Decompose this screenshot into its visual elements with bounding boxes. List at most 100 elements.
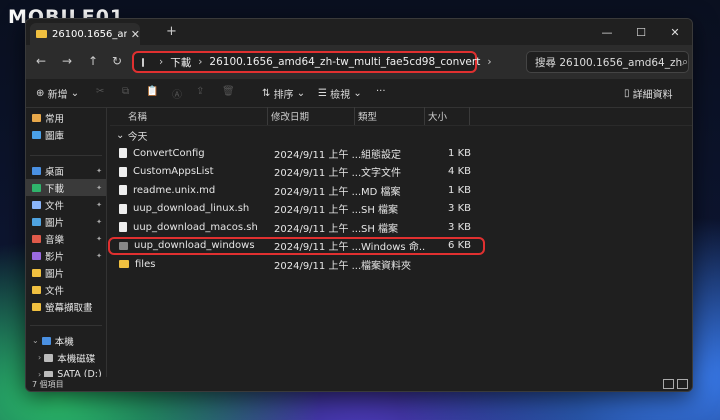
sidebar-item-label: 螢幕擷取畫 bbox=[45, 302, 93, 314]
file-row[interactable]: CustomAppsList 2024/9/11 上午 ... 文字文件 4 K… bbox=[110, 163, 692, 182]
search-input[interactable]: 搜尋 26100.1656_amd64_zh ⌕ bbox=[526, 51, 689, 73]
file-icon bbox=[119, 222, 127, 233]
sidebar-item-label: 下載 bbox=[45, 183, 65, 195]
sidebar-item-gallery[interactable]: 圖庫 bbox=[26, 126, 106, 143]
new-button[interactable]: ⊕ 新增 ⌄ bbox=[36, 86, 79, 101]
sidebar-item-label: 桌面 bbox=[45, 166, 65, 178]
file-row[interactable]: ConvertConfig 2024/9/11 上午 ... 組態設定 1 KB bbox=[110, 144, 692, 163]
rename-icon[interactable]: Ⓐ bbox=[172, 86, 182, 101]
highlight-box bbox=[108, 236, 485, 255]
close-window-button[interactable]: ✕ bbox=[658, 19, 692, 45]
file-row[interactable]: uup_download_linux.sh 2024/9/11 上午 ... S… bbox=[110, 200, 692, 219]
sidebar-item-label: 圖片 bbox=[45, 217, 65, 229]
view-toggle bbox=[663, 379, 688, 389]
paste-icon[interactable]: 📋 bbox=[146, 86, 158, 97]
sidebar-item-label: 文件 bbox=[45, 285, 65, 297]
sidebar-item-label: 常用 bbox=[45, 113, 65, 125]
file-icon bbox=[119, 203, 127, 214]
sidebar-item-pictures[interactable]: 圖片 ✦ bbox=[26, 213, 106, 230]
folder-icon bbox=[36, 30, 47, 38]
sidebar-item-documents-folder[interactable]: 文件 bbox=[26, 281, 106, 298]
pictures-icon bbox=[32, 217, 41, 226]
config-file-icon bbox=[119, 148, 127, 159]
expand-icon[interactable]: ⌄ bbox=[32, 336, 39, 345]
file-size: 4 KB bbox=[448, 166, 471, 178]
new-tab-button[interactable]: + bbox=[166, 24, 177, 39]
file-date: 2024/9/11 上午 ... bbox=[274, 168, 361, 180]
pin-icon: ✦ bbox=[96, 234, 102, 243]
file-size: 1 KB bbox=[448, 147, 471, 159]
gallery-icon bbox=[32, 130, 41, 139]
cut-icon[interactable]: ✂ bbox=[96, 86, 104, 97]
breadcrumb-downloads[interactable]: 下載 bbox=[170, 55, 191, 70]
chevron-down-icon: ⌄ bbox=[116, 129, 128, 141]
folder-icon bbox=[119, 260, 129, 269]
pin-icon: ✦ bbox=[96, 217, 102, 226]
back-button[interactable]: ← bbox=[36, 54, 46, 68]
folder-row[interactable]: files 2024/9/11 上午 ... 檔案資料夾 bbox=[110, 255, 692, 274]
status-bar: 7 個項目 bbox=[26, 377, 692, 391]
sidebar-item-videos[interactable]: 影片 ✦ bbox=[26, 247, 106, 264]
refresh-button[interactable]: ↻ bbox=[112, 54, 122, 68]
maximize-button[interactable]: ☐ bbox=[624, 19, 658, 45]
group-header[interactable]: ⌄ 今天 bbox=[110, 126, 692, 144]
sidebar-item-local-disk[interactable]: › 本機磁碟 bbox=[26, 349, 106, 366]
view-button[interactable]: ☰ 檢視 ⌄ bbox=[318, 86, 362, 101]
sidebar-item-downloads[interactable]: 下載 ✦ bbox=[26, 179, 106, 196]
minimize-button[interactable]: — bbox=[590, 19, 624, 45]
sidebar-item-desktop[interactable]: 桌面 ✦ bbox=[26, 162, 106, 179]
copy-icon[interactable]: ⧉ bbox=[122, 86, 129, 97]
column-header-size[interactable]: 大小 bbox=[425, 107, 470, 125]
breadcrumb-folder[interactable]: 26100.1656_amd64_zh-tw_multi_fae5cd98_co… bbox=[209, 56, 480, 68]
address-bar[interactable]: › 下載 › 26100.1656_amd64_zh-tw_multi_fae5… bbox=[132, 51, 492, 73]
search-icon: ⌕ bbox=[682, 55, 689, 68]
pc-icon bbox=[41, 336, 51, 345]
file-explorer-window: 26100.1656_amd64_z ✕ + — ☐ ✕ ← → ↑ ↻ › 下… bbox=[25, 18, 693, 392]
group-label: 今天 bbox=[127, 131, 148, 143]
column-header-name[interactable]: 名稱 bbox=[110, 107, 268, 125]
details-view-icon[interactable] bbox=[663, 379, 674, 389]
file-date: 2024/9/11 上午 ... bbox=[274, 186, 361, 198]
sidebar-item-music[interactable]: 音樂 ✦ bbox=[26, 230, 106, 247]
pin-icon: ✦ bbox=[96, 200, 102, 209]
details-button[interactable]: ▯ 詳細資料 bbox=[624, 86, 673, 101]
file-row[interactable]: uup_download_macos.sh 2024/9/11 上午 ... S… bbox=[110, 218, 692, 237]
file-name: uup_download_linux.sh bbox=[133, 203, 250, 215]
file-type: SH 檔案 bbox=[361, 223, 399, 235]
file-row[interactable]: readme.unix.md 2024/9/11 上午 ... MD 檔案 1 … bbox=[110, 181, 692, 200]
forward-button[interactable]: → bbox=[62, 54, 72, 68]
sidebar-item-documents[interactable]: 文件 ✦ bbox=[26, 196, 106, 213]
videos-icon bbox=[32, 251, 41, 260]
file-type: MD 檔案 bbox=[361, 186, 401, 198]
pin-icon: ✦ bbox=[96, 251, 102, 260]
sidebar-item-label: 本機 bbox=[54, 336, 74, 348]
sidebar-item-pictures-folder[interactable]: 圖片 bbox=[26, 264, 106, 281]
breadcrumb-chevron: › bbox=[159, 56, 164, 68]
tab-close-icon[interactable]: ✕ bbox=[131, 28, 140, 41]
more-button[interactable]: ··· bbox=[376, 86, 386, 97]
search-placeholder: 搜尋 26100.1656_amd64_zh bbox=[535, 56, 683, 69]
new-label: 新增 bbox=[47, 90, 68, 101]
pin-icon: ✦ bbox=[96, 166, 102, 175]
music-icon bbox=[32, 234, 41, 243]
tiles-view-icon[interactable] bbox=[677, 379, 688, 389]
sidebar-item-label: 本機磁碟 bbox=[57, 353, 96, 365]
tab-current[interactable]: 26100.1656_amd64_z ✕ bbox=[30, 23, 140, 45]
pin-icon: ✦ bbox=[96, 183, 102, 192]
file-row-highlighted[interactable]: uup_download_windows 2024/9/11 上午 ... Wi… bbox=[108, 236, 692, 256]
file-name: readme.unix.md bbox=[133, 184, 216, 196]
folder-icon bbox=[32, 285, 41, 294]
breadcrumb-chevron[interactable]: › bbox=[487, 56, 491, 68]
expand-icon[interactable]: › bbox=[38, 353, 41, 362]
sidebar-item-screenshots[interactable]: 螢幕擷取畫 bbox=[26, 298, 106, 315]
delete-icon[interactable]: 🗑 bbox=[222, 86, 235, 97]
sidebar-item-home[interactable]: 常用 bbox=[26, 109, 106, 126]
title-bar: 26100.1656_amd64_z ✕ + — ☐ ✕ bbox=[26, 19, 692, 45]
column-header-type[interactable]: 類型 bbox=[355, 107, 425, 125]
column-header-date[interactable]: 修改日期 bbox=[268, 107, 355, 125]
sort-button[interactable]: ⇅ 排序 ⌄ bbox=[262, 86, 305, 101]
share-icon[interactable]: ⇪ bbox=[196, 86, 204, 97]
up-button[interactable]: ↑ bbox=[88, 54, 98, 68]
sidebar-item-this-pc[interactable]: ⌄ 本機 bbox=[26, 332, 106, 349]
sidebar-item-label: 圖片 bbox=[45, 268, 65, 280]
